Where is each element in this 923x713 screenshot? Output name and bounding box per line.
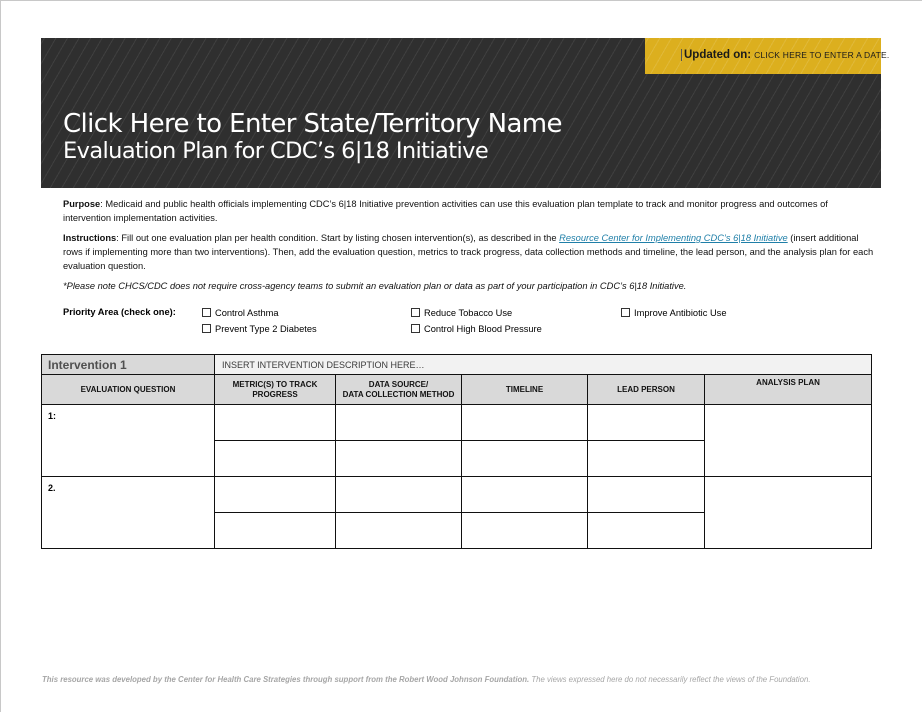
analysis-plan-cell[interactable] bbox=[703, 476, 873, 549]
checkbox-icon[interactable] bbox=[202, 308, 211, 317]
header-timeline: TIMELINE bbox=[461, 374, 588, 405]
intervention-description-field[interactable]: INSERT INTERVENTION DESCRIPTION HERE… bbox=[213, 354, 873, 375]
state-name-field[interactable]: Click Here to Enter State/Territory Name bbox=[63, 109, 563, 139]
analysis-plan-cell[interactable] bbox=[703, 404, 873, 477]
updated-date-field[interactable]: Updated on: CLICK HERE TO ENTER A DATE. bbox=[681, 49, 889, 61]
footer-disclaimer: This resource was developed by the Cente… bbox=[42, 675, 811, 684]
instructions-paragraph: Instructions: Fill out one evaluation pl… bbox=[63, 231, 878, 273]
checkbox-prevent-diabetes[interactable]: Prevent Type 2 Diabetes bbox=[202, 324, 317, 334]
checkbox-icon[interactable] bbox=[202, 324, 211, 333]
purpose-label: Purpose bbox=[63, 199, 101, 209]
document-title: Evaluation Plan for CDC’s 6|18 Initiativ… bbox=[63, 138, 489, 164]
table-row: 1: bbox=[41, 404, 873, 477]
evaluation-plan-table: Intervention 1 INSERT INTERVENTION DESCR… bbox=[41, 354, 873, 549]
timeline-cell[interactable] bbox=[461, 404, 588, 441]
metrics-cell[interactable] bbox=[214, 512, 336, 549]
checkbox-improve-antibiotic[interactable]: Improve Antibiotic Use bbox=[621, 308, 727, 318]
updated-date-box: Updated on: CLICK HERE TO ENTER A DATE. bbox=[645, 38, 889, 74]
checkbox-label: Prevent Type 2 Diabetes bbox=[215, 324, 317, 334]
lead-person-cell[interactable] bbox=[587, 476, 705, 513]
timeline-cell[interactable] bbox=[461, 440, 588, 477]
lead-person-cell[interactable] bbox=[587, 404, 705, 441]
intervention-label: Intervention 1 bbox=[41, 354, 215, 375]
data-source-cell[interactable] bbox=[335, 404, 462, 441]
date-picker-placeholder[interactable]: CLICK HERE TO ENTER A DATE. bbox=[754, 50, 889, 60]
data-source-cell[interactable] bbox=[335, 476, 462, 513]
note-paragraph: *Please note CHCS/CDC does not require c… bbox=[63, 281, 687, 291]
evaluation-question-cell[interactable]: 1: bbox=[41, 404, 215, 477]
timeline-cell[interactable] bbox=[461, 512, 588, 549]
footer-text: The views expressed here do not necessar… bbox=[529, 675, 811, 684]
footer-bold-text: This resource was developed by the Cente… bbox=[42, 675, 530, 684]
data-source-cell[interactable] bbox=[335, 512, 462, 549]
instructions-text-before: : Fill out one evaluation plan per healt… bbox=[116, 233, 560, 243]
header-evaluation-question: EVALUATION QUESTION bbox=[41, 374, 215, 405]
intervention-row: Intervention 1 INSERT INTERVENTION DESCR… bbox=[41, 354, 873, 375]
purpose-text: : Medicaid and public health officials i… bbox=[63, 199, 828, 223]
updated-label: Updated on: bbox=[684, 49, 752, 61]
evaluation-question-cell[interactable]: 2. bbox=[41, 476, 215, 549]
checkbox-control-blood-pressure[interactable]: Control High Blood Pressure bbox=[411, 324, 542, 334]
checkbox-reduce-tobacco[interactable]: Reduce Tobacco Use bbox=[411, 308, 512, 318]
header-data-source: DATA SOURCE/DATA COLLECTION METHOD bbox=[335, 374, 462, 405]
checkbox-label: Reduce Tobacco Use bbox=[424, 308, 513, 318]
timeline-cell[interactable] bbox=[461, 476, 588, 513]
lead-person-cell[interactable] bbox=[587, 440, 705, 477]
checkbox-icon[interactable] bbox=[411, 308, 420, 317]
header-banner: Updated on: CLICK HERE TO ENTER A DATE. … bbox=[41, 38, 889, 188]
resource-center-link[interactable]: Resource Center for Implementing CDC’s 6… bbox=[559, 233, 788, 243]
metrics-cell[interactable] bbox=[214, 440, 336, 477]
lead-person-cell[interactable] bbox=[587, 512, 705, 549]
checkbox-label: Control High Blood Pressure bbox=[424, 324, 542, 334]
table-row: 2. bbox=[41, 476, 873, 549]
metrics-cell[interactable] bbox=[214, 476, 336, 513]
header-metrics: METRIC(S) TO TRACK PROGRESS bbox=[214, 374, 336, 405]
instructions-label: Instructions bbox=[63, 233, 117, 243]
checkbox-icon[interactable] bbox=[411, 324, 420, 333]
header-row: EVALUATION QUESTION METRIC(S) TO TRACK PR… bbox=[41, 374, 873, 405]
checkbox-icon[interactable] bbox=[621, 308, 630, 317]
header-analysis-plan: ANALYSIS PLAN bbox=[703, 374, 873, 405]
priority-area-label: Priority Area (check one): bbox=[63, 307, 176, 317]
header-lead-person: LEAD PERSON bbox=[587, 374, 705, 405]
metrics-cell[interactable] bbox=[214, 404, 336, 441]
purpose-paragraph: Purpose: Medicaid and public health offi… bbox=[63, 197, 878, 225]
checkbox-control-asthma[interactable]: Control Asthma bbox=[202, 308, 279, 318]
checkbox-label: Improve Antibiotic Use bbox=[634, 308, 727, 318]
data-source-cell[interactable] bbox=[335, 440, 462, 477]
checkbox-label: Control Asthma bbox=[215, 308, 279, 318]
